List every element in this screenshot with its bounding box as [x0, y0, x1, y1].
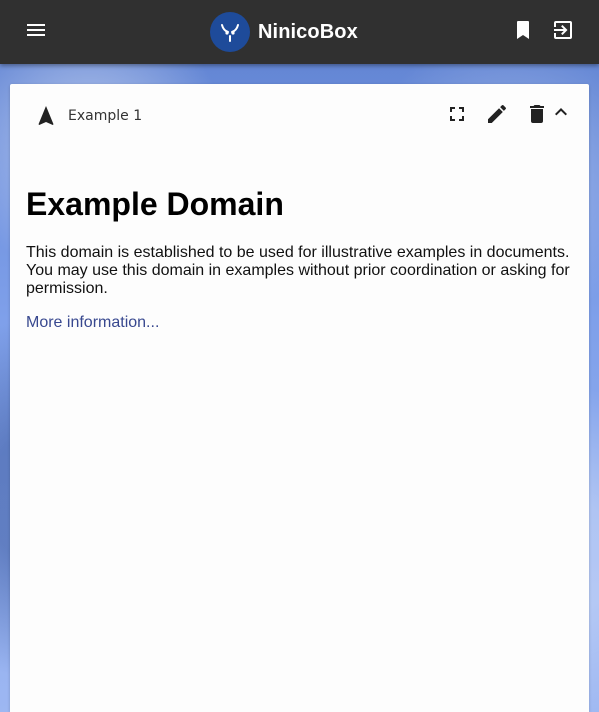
card-title: Example 1 — [68, 108, 143, 124]
top-app-bar: NinicoBox — [0, 0, 599, 64]
chevron-up-icon — [549, 100, 573, 129]
card-header: Example 1 — [10, 84, 589, 148]
embedded-page: Example Domain This domain is establishe… — [10, 148, 589, 712]
navigation-arrow-icon — [34, 104, 58, 128]
collapse-button[interactable] — [549, 102, 573, 126]
app-name: NinicoBox — [258, 20, 358, 43]
bookmark-button[interactable] — [503, 12, 543, 52]
content-card: Example 1 Example Domain This domain is … — [10, 84, 589, 712]
fullscreen-icon — [445, 102, 469, 131]
bookmark-icon — [511, 18, 535, 47]
fullscreen-button[interactable] — [445, 104, 469, 128]
page-body-text: This domain is established to be used fo… — [26, 244, 570, 297]
bull-logo-icon — [210, 12, 250, 52]
more-information-link[interactable]: More information... — [26, 314, 159, 332]
delete-icon — [525, 102, 549, 131]
logout-button[interactable] — [543, 12, 583, 52]
edit-icon — [485, 102, 509, 131]
delete-button[interactable] — [525, 104, 549, 128]
page-heading: Example Domain — [26, 186, 284, 222]
logout-icon — [551, 18, 575, 47]
menu-icon — [24, 18, 48, 47]
edit-button[interactable] — [485, 104, 509, 128]
brand-home-link[interactable]: NinicoBox — [210, 12, 358, 52]
menu-button[interactable] — [16, 12, 56, 52]
